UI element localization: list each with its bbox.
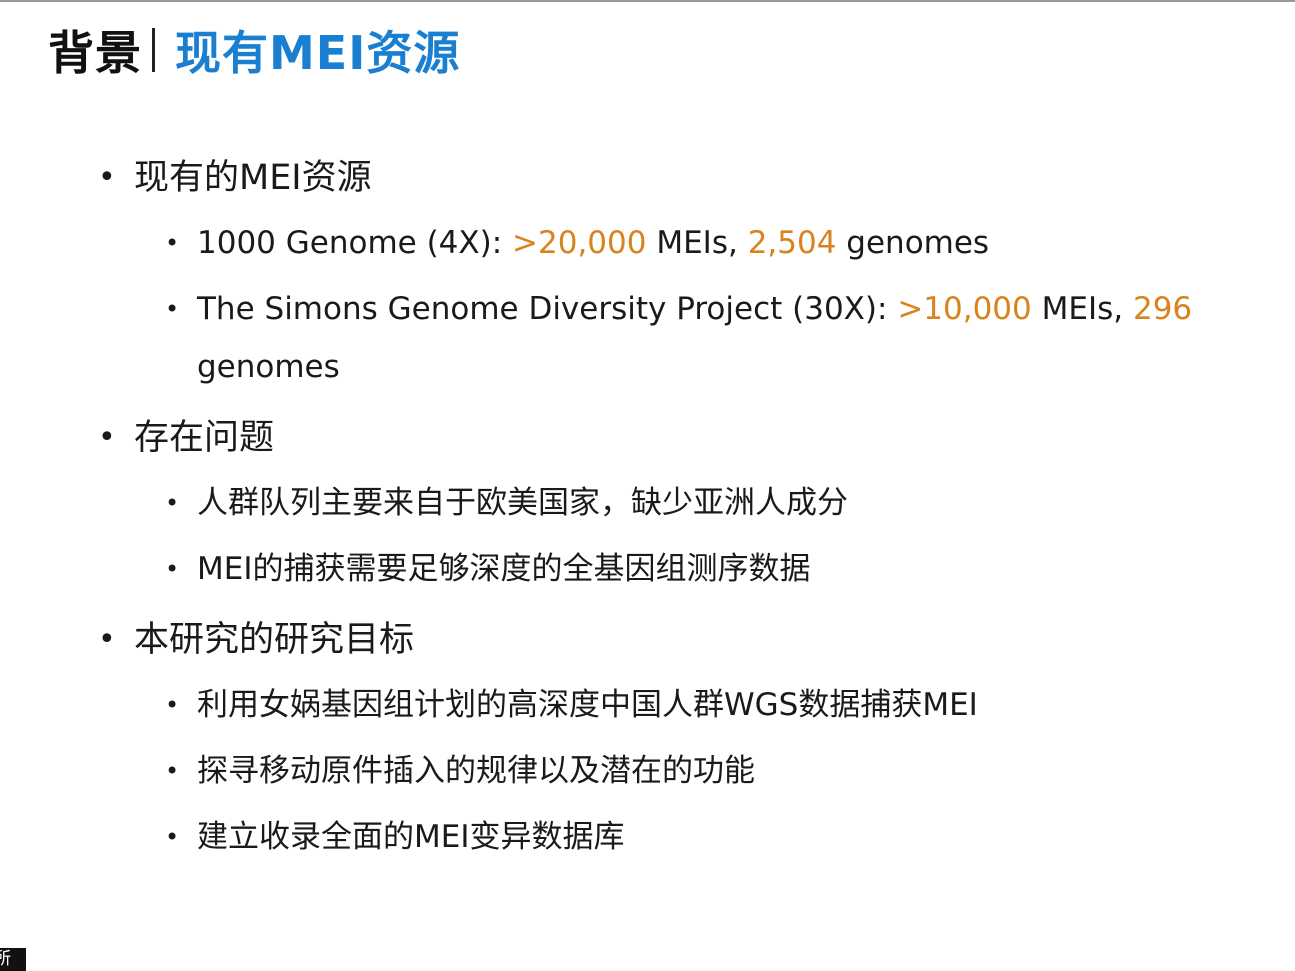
item-text: MEI的捕获需要足够深度的全基因组测序数据 [197,551,811,587]
highlight-genome-count: 296 [1132,291,1193,327]
slide-content: • 现有的MEI资源 • 1000 Genome (4X): >20,000 M… [98,150,1228,874]
bullet-icon: • [165,823,180,851]
bullet-icon: • [165,691,180,719]
section-heading-goals: • 本研究的研究目标 [98,612,1228,668]
title-main: 现有MEI资源 [175,26,461,80]
item-text: genomes [836,225,990,261]
goals-list: • 利用女娲基因组计划的高深度中国人群WGS数据捕获MEI • 探寻移动原件插入… [165,676,1228,866]
title-prefix: 背景 [48,26,142,80]
bullet-icon: • [98,160,116,195]
list-item: • 利用女娲基因组计划的高深度中国人群WGS数据捕获MEI [165,676,1228,734]
item-text: 探寻移动原件插入的规律以及潜在的功能 [197,753,755,789]
item-text: 利用女娲基因组计划的高深度中国人群WGS数据捕获MEI [197,687,978,723]
item-text: The Simons Genome Diversity Project (30X… [197,291,898,327]
item-text: MEIs, [646,225,748,261]
bullet-icon: • [165,555,180,583]
list-item: • MEI的捕获需要足够深度的全基因组测序数据 [165,540,1228,598]
item-text: 1000 Genome (4X): [197,225,513,261]
list-item: • 人群队列主要来自于欧美国家，缺少亚洲人成分 [165,474,1228,532]
highlight-mei-count: >10,000 [897,291,1032,327]
bullet-icon: • [98,420,116,455]
section-heading-text: 存在问题 [134,418,275,458]
list-item: • 探寻移动原件插入的规律以及潜在的功能 [165,742,1228,800]
item-text: genomes [197,349,340,385]
section-heading-problems: • 存在问题 [98,410,1228,466]
section-heading-resources: • 现有的MEI资源 [98,150,1228,206]
slide-title: 背景 现有MEI资源 [48,20,460,80]
top-border-line [0,0,1295,2]
bullet-icon: • [165,757,180,785]
list-item: • 1000 Genome (4X): >20,000 MEIs, 2,504 … [165,214,1228,272]
item-text: MEIs, [1031,291,1133,327]
bullet-icon: • [165,229,180,257]
resources-list: • 1000 Genome (4X): >20,000 MEIs, 2,504 … [165,214,1228,396]
list-item: • The Simons Genome Diversity Project (3… [165,280,1228,396]
bullet-icon: • [98,622,116,657]
bullet-icon: • [165,295,180,323]
problems-list: • 人群队列主要来自于欧美国家，缺少亚洲人成分 • MEI的捕获需要足够深度的全… [165,474,1228,598]
list-item: • 建立收录全面的MEI变异数据库 [165,808,1228,866]
corner-caption: 所 [0,948,26,971]
title-separator [152,28,155,72]
section-heading-text: 本研究的研究目标 [134,620,415,660]
highlight-mei-count: >20,000 [512,225,647,261]
bullet-icon: • [165,489,180,517]
highlight-genome-count: 2,504 [747,225,837,261]
section-heading-text: 现有的MEI资源 [134,158,372,198]
item-text: 人群队列主要来自于欧美国家，缺少亚洲人成分 [197,485,848,521]
item-text: 建立收录全面的MEI变异数据库 [197,819,625,855]
